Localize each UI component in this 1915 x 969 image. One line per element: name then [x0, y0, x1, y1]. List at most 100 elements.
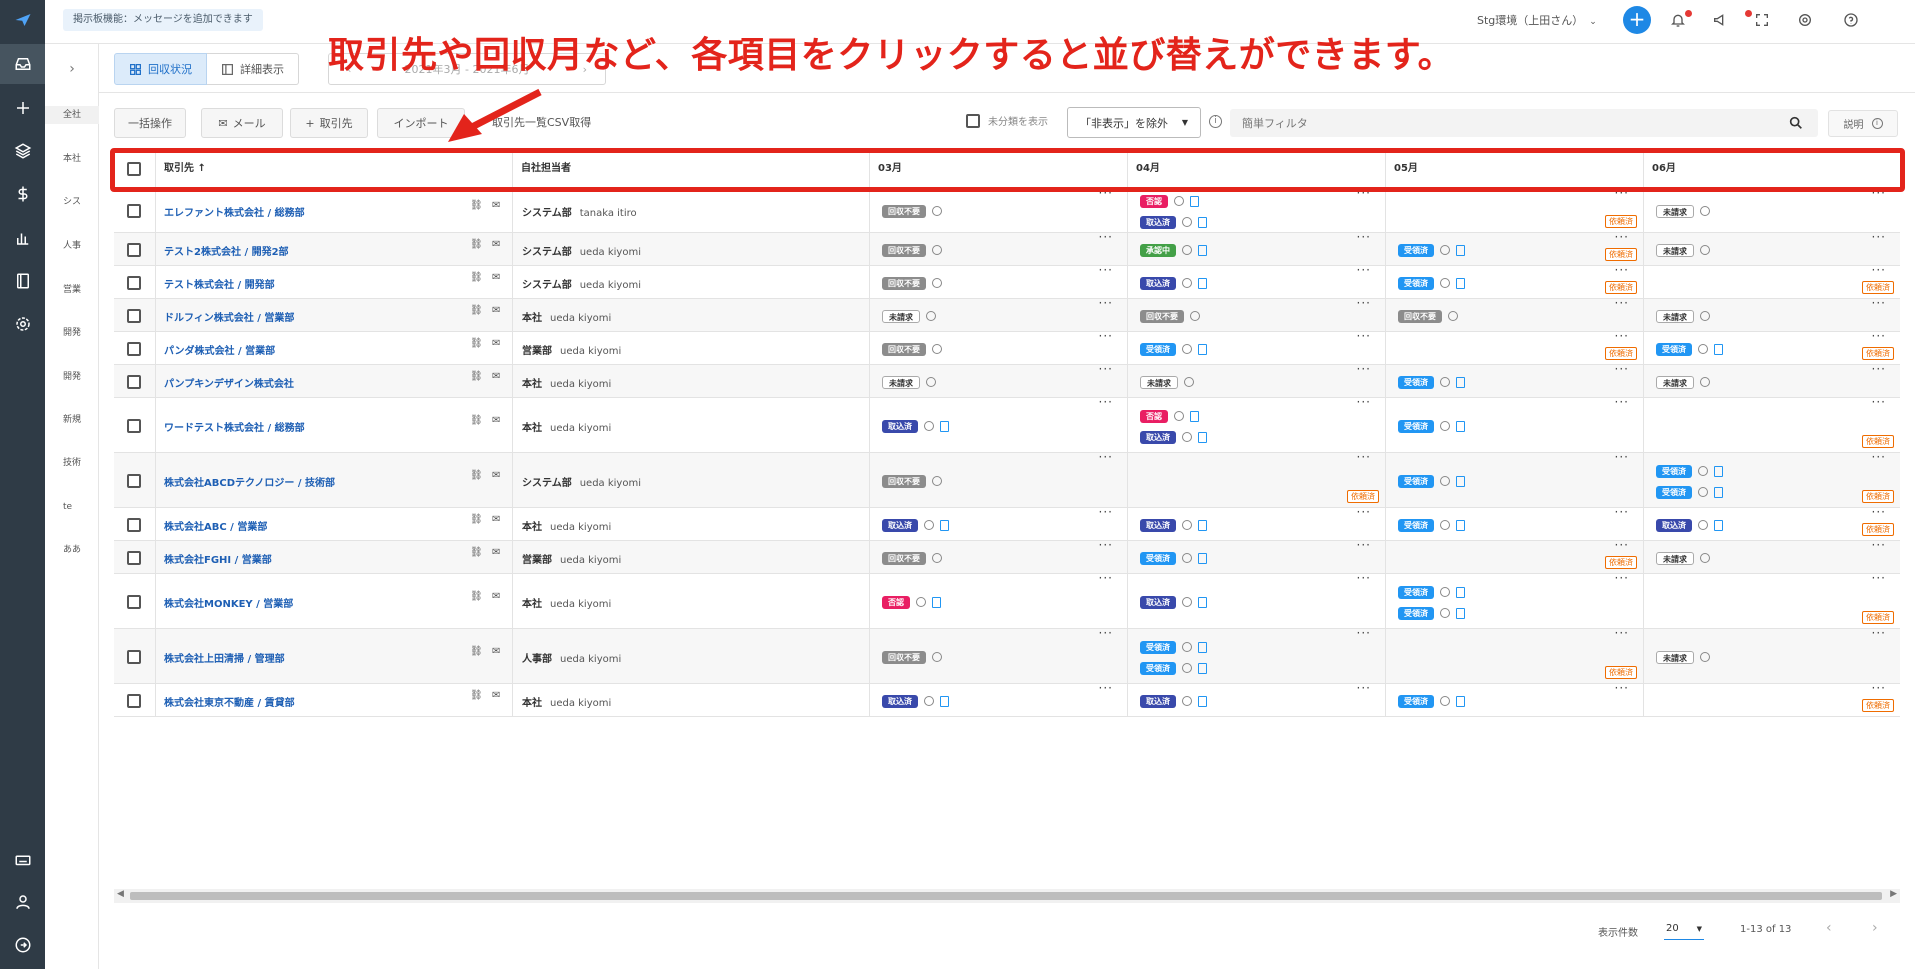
document-icon[interactable]	[1714, 486, 1723, 498]
month-status-cell[interactable]: ··· 回収不要	[870, 329, 1128, 364]
mail-icon[interactable]: ✉	[492, 239, 500, 250]
document-icon[interactable]	[1198, 244, 1207, 256]
status-badge[interactable]: 未請求	[1656, 309, 1694, 323]
quick-filter-input[interactable]	[1230, 109, 1818, 137]
show-unclassified-toggle[interactable]: 未分類を表示	[966, 113, 1048, 128]
comment-icon[interactable]	[1182, 432, 1192, 442]
help-icon[interactable]	[1841, 10, 1861, 30]
row-checkbox[interactable]	[127, 419, 141, 433]
month-status-cell[interactable]: ··· 取込済	[1128, 505, 1386, 540]
comment-icon[interactable]	[1698, 520, 1708, 530]
scroll-left-icon[interactable]: ◀	[117, 889, 124, 899]
month-status-cell[interactable]: ··· 依頼済	[1644, 681, 1900, 716]
comment-icon[interactable]	[1448, 311, 1458, 321]
status-badge[interactable]: 取込済	[882, 518, 918, 532]
bulk-action-button[interactable]: 一括操作	[114, 108, 186, 138]
more-options-icon[interactable]: ···	[1357, 395, 1371, 409]
more-options-icon[interactable]: ···	[1872, 395, 1886, 409]
document-icon[interactable]	[1198, 695, 1207, 707]
comment-icon[interactable]	[932, 206, 942, 216]
comment-icon[interactable]	[1700, 311, 1710, 321]
comment-icon[interactable]	[1698, 466, 1708, 476]
keyboard-icon[interactable]	[0, 840, 45, 880]
document-icon[interactable]	[1190, 410, 1199, 422]
help-button[interactable]: 説明 i	[1828, 110, 1898, 137]
comment-icon[interactable]	[926, 377, 936, 387]
document-icon[interactable]	[1456, 420, 1465, 432]
bulletin-message[interactable]: 掲示板機能：メッセージを追加できます	[63, 9, 263, 31]
row-checkbox[interactable]	[127, 518, 141, 532]
document-icon[interactable]	[1456, 586, 1465, 598]
status-badge[interactable]: 取込済	[1140, 430, 1176, 444]
comment-icon[interactable]	[916, 597, 926, 607]
month-status-cell[interactable]: ··· 未請求	[1644, 362, 1900, 397]
more-options-icon[interactable]: ···	[1357, 263, 1371, 277]
status-badge[interactable]: 受領済	[1656, 342, 1692, 356]
more-options-icon[interactable]: ···	[1099, 626, 1113, 640]
month-status-cell[interactable]: ··· 受領済 受領済 依頼済	[1644, 450, 1900, 507]
partner-link[interactable]: パンプキンデザイン株式会社	[164, 375, 294, 390]
more-options-icon[interactable]: ···	[1872, 505, 1886, 519]
row-checkbox[interactable]	[127, 694, 141, 708]
month-status-cell[interactable]: ··· 受領済	[1386, 362, 1644, 397]
more-options-icon[interactable]: ···	[1357, 362, 1371, 376]
mail-button[interactable]: ✉ メール	[201, 108, 283, 138]
link-icon[interactable]: ⛓	[470, 338, 483, 349]
more-options-icon[interactable]: ···	[1872, 263, 1886, 277]
scroll-right-icon[interactable]: ▶	[1890, 889, 1897, 899]
link-icon[interactable]: ⛓	[470, 371, 483, 382]
comment-icon[interactable]	[1182, 344, 1192, 354]
dept-nav-item[interactable]: 新規	[45, 411, 99, 429]
status-badge[interactable]: 未請求	[1656, 375, 1694, 389]
document-icon[interactable]	[1198, 596, 1207, 608]
comment-icon[interactable]	[926, 311, 936, 321]
month-status-cell[interactable]: ··· 未請求	[870, 296, 1128, 331]
comment-icon[interactable]	[1182, 663, 1192, 673]
comment-icon[interactable]	[1700, 245, 1710, 255]
status-badge[interactable]: 受領済	[1398, 375, 1434, 389]
document-icon[interactable]	[1198, 216, 1207, 228]
status-badge[interactable]: 受領済	[1398, 276, 1434, 290]
status-badge[interactable]: 取込済	[1656, 518, 1692, 532]
month-status-cell[interactable]: ··· 回収不要	[870, 538, 1128, 573]
document-icon[interactable]	[1198, 431, 1207, 443]
comment-icon[interactable]	[1700, 553, 1710, 563]
info-icon[interactable]: i	[1209, 115, 1222, 128]
status-badge[interactable]: 取込済	[1140, 215, 1176, 229]
table-row[interactable]: 株式会社ABC / 営業部 ⛓ ✉ 本社 ueda kiyomi ··· 取込済 ··· 取込済…	[114, 505, 1900, 541]
partner-link[interactable]: 株式会社FGHI / 営業部	[164, 551, 272, 566]
month-status-cell[interactable]: ··· 否認 取込済	[1128, 395, 1386, 452]
more-options-icon[interactable]: ···	[1615, 329, 1629, 343]
row-checkbox[interactable]	[127, 342, 141, 356]
status-badge[interactable]: 回収不要	[1140, 309, 1184, 323]
month-status-cell[interactable]: ··· 受領済 受領済	[1386, 571, 1644, 628]
link-icon[interactable]: ⛓	[470, 305, 483, 316]
comment-icon[interactable]	[1182, 696, 1192, 706]
status-badge[interactable]: 受領済	[1398, 585, 1434, 599]
book-icon[interactable]	[0, 261, 45, 301]
comment-icon[interactable]	[1700, 652, 1710, 662]
tab-collection-status[interactable]: 回収状況	[114, 53, 207, 85]
month-status-cell[interactable]: ··· 取込済	[1128, 263, 1386, 298]
comment-icon[interactable]	[1182, 245, 1192, 255]
status-badge[interactable]: 受領済	[1398, 518, 1434, 532]
partner-link[interactable]: テスト株式会社 / 開発部	[164, 276, 275, 291]
table-row[interactable]: パンプキンデザイン株式会社 ⛓ ✉ 本社 ueda kiyomi ··· 未請求 ··· 未請求…	[114, 362, 1900, 398]
status-badge[interactable]: 未請求	[882, 375, 920, 389]
table-row[interactable]: 株式会社MONKEY / 営業部 ⛓ ✉ 本社 ueda kiyomi ··· 否認 ··· 取…	[114, 571, 1900, 629]
comment-icon[interactable]	[1698, 487, 1708, 497]
chevron-right-icon[interactable]: ›	[45, 54, 99, 84]
status-badge[interactable]: 取込済	[1140, 694, 1176, 708]
status-badge[interactable]: 否認	[882, 595, 910, 609]
document-icon[interactable]	[940, 420, 949, 432]
more-options-icon[interactable]: ···	[1615, 450, 1629, 464]
partner-link[interactable]: 株式会社ABC / 営業部	[164, 518, 267, 533]
more-options-icon[interactable]: ···	[1357, 626, 1371, 640]
mail-icon[interactable]: ✉	[492, 272, 500, 283]
status-badge[interactable]: 未請求	[1140, 375, 1178, 389]
more-options-icon[interactable]: ···	[1615, 362, 1629, 376]
comment-icon[interactable]	[1182, 520, 1192, 530]
status-badge[interactable]: 取込済	[1140, 595, 1176, 609]
status-badge[interactable]: 受領済	[1656, 464, 1692, 478]
dept-nav-item[interactable]: 開発	[45, 368, 99, 386]
